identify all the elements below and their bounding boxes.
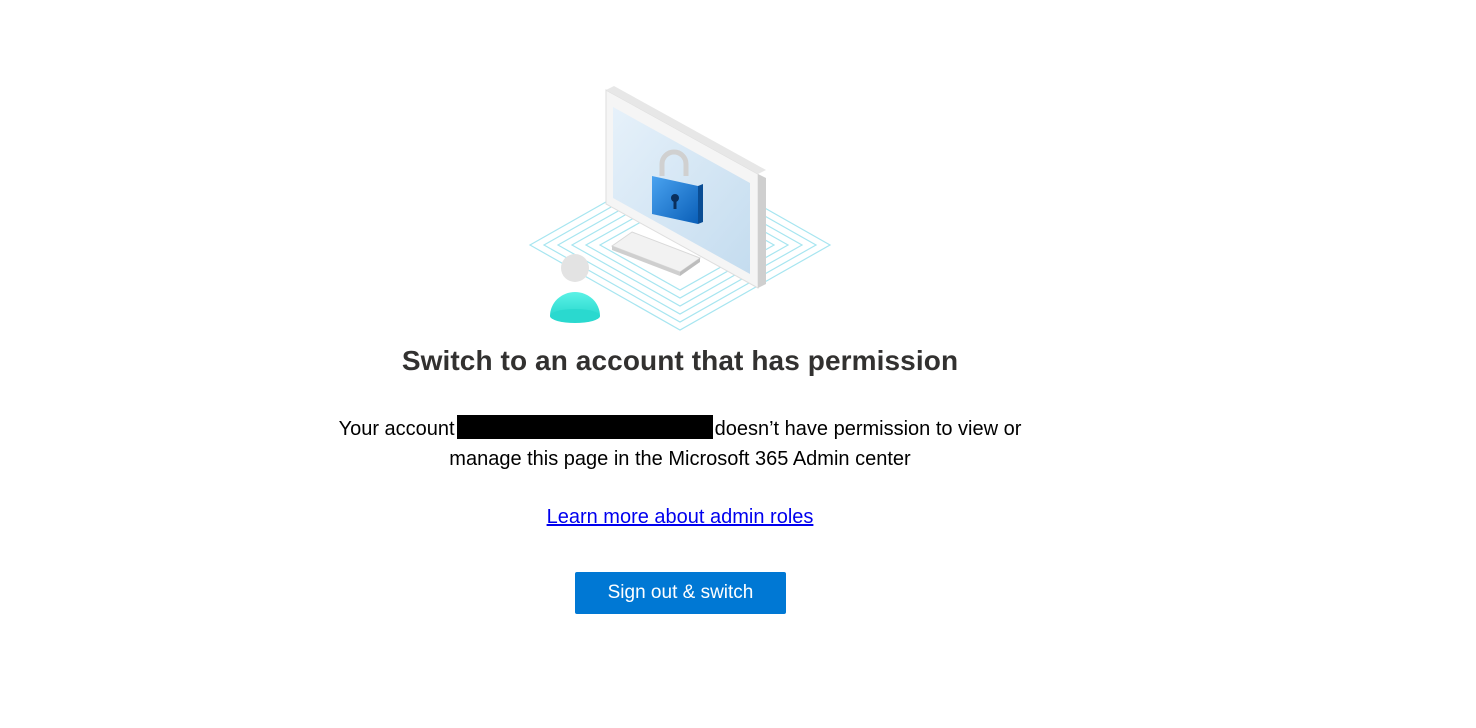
learn-more-link[interactable]: Learn more about admin roles — [547, 506, 814, 528]
message-suffix: doesn’t have permission to view or — [714, 418, 1022, 440]
permission-message: Your account doesn’t have permission to v… — [0, 414, 1360, 474]
sign-out-switch-button[interactable]: Sign out & switch — [575, 572, 786, 614]
locked-computer-illustration — [520, 80, 840, 340]
message-line-1: Your account doesn’t have permission to v… — [0, 414, 1360, 444]
page-title: Switch to an account that has permission — [401, 345, 959, 376]
permission-page: Switch to an account that has permission… — [0, 0, 1476, 728]
message-line-2: manage this page in the Microsoft 365 Ad… — [449, 448, 911, 470]
message-prefix: Your account — [338, 418, 455, 440]
learn-more-container: Learn more about admin roles — [0, 506, 1360, 529]
redacted-account-block — [456, 415, 713, 439]
